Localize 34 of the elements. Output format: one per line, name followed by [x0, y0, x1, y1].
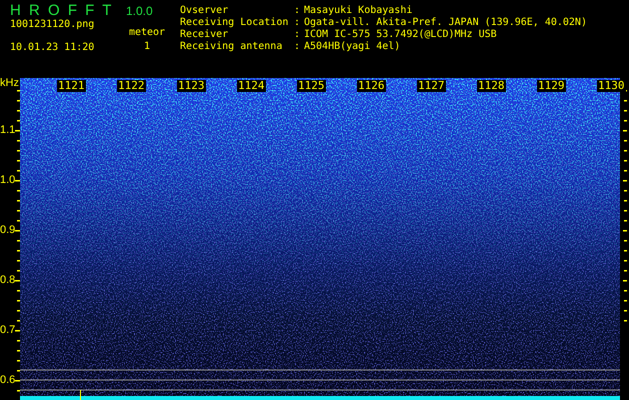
time-label: 1124 [237, 80, 266, 92]
app-title: H R O F F T [10, 3, 114, 19]
info-label: Ovserver [180, 5, 230, 17]
time-label: 1129 [537, 80, 566, 92]
file-name: 1001231120.png [10, 19, 96, 31]
info-separator: : [294, 29, 302, 41]
info-value: Masayuki Kobayashi [304, 5, 414, 17]
axis-unit: kHz [0, 78, 19, 89]
axis-label: 1.0 [0, 174, 16, 186]
info-value: ICOM IC-575 53.7492(@LCD)MHz USB [304, 29, 498, 41]
time-label: 1125 [297, 80, 326, 92]
info-value: Ogata-vill. Akita-Pref. JAPAN (139.96E, 40.02N) [304, 17, 588, 29]
time-label: 1123 [177, 80, 206, 92]
time-label: 1127 [417, 80, 446, 92]
axis-label: 0.9 [0, 224, 16, 236]
info-label: Receiver [180, 29, 230, 41]
meteor-label: meteor [128, 27, 166, 39]
info-value: A504HB(yagi 4el) [304, 41, 402, 53]
info-label: Receiving Location [180, 17, 290, 29]
axis-label: 1.1 [0, 124, 16, 136]
axis-label: 0.8 [0, 274, 16, 286]
info-separator: : [294, 41, 302, 53]
meteor-count: 1 [144, 41, 150, 53]
time-label: 1122 [117, 80, 146, 92]
time-label: 1121 [57, 80, 86, 92]
time-label: 1128 [477, 80, 506, 92]
axis-label: 0.7 [0, 324, 16, 336]
info-separator: : [294, 5, 302, 17]
date-time: 10.01.23 11:20 [10, 42, 96, 54]
axis-label: 0.6 [0, 374, 16, 386]
time-label: 1130 [597, 80, 626, 92]
info-label: Receiving antenna [180, 41, 284, 53]
time-label: 1126 [357, 80, 386, 92]
info-separator: : [294, 17, 302, 29]
